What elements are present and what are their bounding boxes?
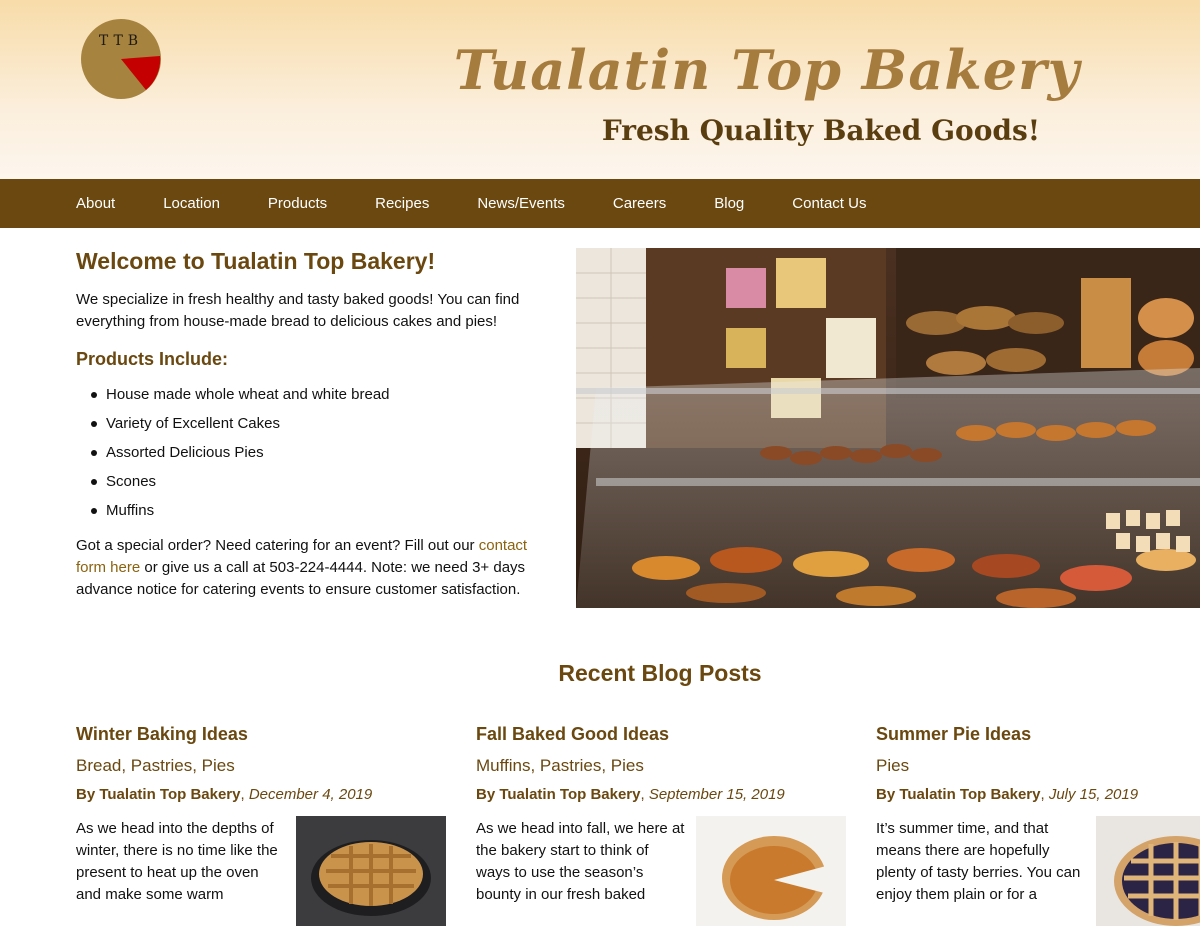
nav-item-news-events[interactable]: News/Events (477, 195, 565, 212)
pumpkin-pie-thumbnail[interactable] (696, 816, 846, 926)
post-author[interactable]: By Tualatin Top Bakery (76, 786, 240, 803)
post-title[interactable]: Fall Baked Good Ideas (476, 722, 846, 746)
welcome-heading: Welcome to Tualatin Top Bakery! (76, 248, 436, 274)
post-meta: By Tualatin Top Bakery, September 15, 20… (476, 786, 785, 803)
post-meta: By Tualatin Top Bakery, December 4, 2019 (76, 786, 373, 803)
post-date: September 15, 2019 (648, 786, 785, 803)
post-categories[interactable]: Muffins, Pastries, Pies (476, 754, 846, 778)
product-item: House made whole wheat and white bread (91, 380, 556, 409)
site-tagline: Fresh Quality Baked Goods! (601, 114, 1040, 147)
post-excerpt: As we head into the depths of winter, th… (76, 820, 278, 903)
bakery-display-photo (576, 248, 1200, 608)
intro-section: Welcome to Tualatin Top Bakery! We speci… (76, 248, 556, 601)
nav-item-contact-us[interactable]: Contact Us (792, 195, 866, 212)
post-excerpt: As we head into fall, we here at the bak… (476, 820, 685, 903)
blog-post-card: Summer Pie Ideas Pies By Tualatin Top Ba… (876, 722, 1200, 926)
products-heading: Products Include: (76, 349, 229, 369)
nav-item-careers[interactable]: Careers (613, 195, 666, 212)
apple-pie-thumbnail[interactable] (296, 816, 446, 926)
post-author[interactable]: By Tualatin Top Bakery (476, 786, 640, 803)
logo-text: TTB (99, 33, 143, 49)
site-header: TTB Tualatin Top Bakery Fresh Quality Ba… (0, 0, 1200, 179)
post-categories[interactable]: Bread, Pastries, Pies (76, 754, 446, 778)
berry-pie-thumbnail[interactable] (1096, 816, 1200, 926)
nav-item-location[interactable]: Location (163, 195, 220, 212)
nav-item-about[interactable]: About (76, 195, 115, 212)
nav-item-blog[interactable]: Blog (714, 195, 744, 212)
special-order-paragraph: Got a special order? Need catering for a… (76, 535, 556, 601)
order-text-before: Got a special order? Need catering for a… (76, 537, 479, 554)
site-title[interactable]: Tualatin Top Bakery (454, 38, 1080, 102)
post-excerpt: It’s summer time, and that means there a… (876, 820, 1081, 903)
nav-item-products[interactable]: Products (268, 195, 327, 212)
order-text-after: or give us a call at 503-224-4444. Note:… (76, 559, 526, 598)
post-date: July 15, 2019 (1048, 786, 1139, 803)
post-title[interactable]: Winter Baking Ideas (76, 722, 446, 746)
post-date: December 4, 2019 (248, 786, 373, 803)
intro-paragraph: We specialize in fresh healthy and tasty… (76, 291, 520, 330)
products-list: House made whole wheat and white bread V… (76, 380, 556, 525)
product-item: Variety of Excellent Cakes (91, 409, 556, 438)
product-item: Assorted Delicious Pies (91, 438, 556, 467)
product-item: Muffins (91, 496, 556, 525)
main-nav: About Location Products Recipes News/Eve… (0, 179, 1200, 228)
post-categories[interactable]: Pies (876, 754, 1200, 778)
recent-blog-posts-heading: Recent Blog Posts (558, 660, 762, 686)
post-author[interactable]: By Tualatin Top Bakery (876, 786, 1040, 803)
blog-post-card: Winter Baking Ideas Bread, Pastries, Pie… (76, 722, 446, 926)
nav-item-recipes[interactable]: Recipes (375, 195, 429, 212)
blog-post-card: Fall Baked Good Ideas Muffins, Pastries,… (476, 722, 846, 926)
bakery-logo[interactable]: TTB (80, 18, 162, 100)
post-meta: By Tualatin Top Bakery, July 15, 2019 (876, 786, 1139, 803)
post-title[interactable]: Summer Pie Ideas (876, 722, 1200, 746)
product-item: Scones (91, 467, 556, 496)
